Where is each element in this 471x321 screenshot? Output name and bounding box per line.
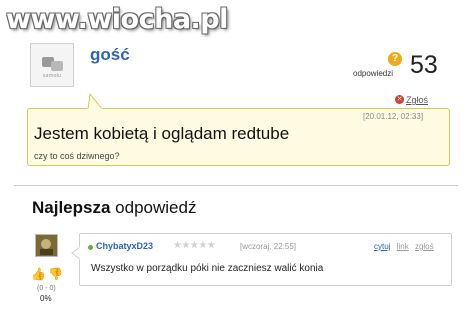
report-answer-link[interactable]: zgłoś xyxy=(415,242,434,251)
best-answer-heading-rest: odpowiedź xyxy=(115,198,197,217)
answer-actions: cytuj link zgłoś xyxy=(370,242,434,251)
online-dot-icon xyxy=(88,245,93,250)
report-link[interactable]: ✕ Zgłoś xyxy=(395,95,429,105)
divider xyxy=(14,185,458,186)
watermark: www.wiocha.pl xyxy=(6,4,228,35)
permalink-link[interactable]: link xyxy=(397,242,409,251)
report-label: Zgłoś xyxy=(406,95,429,105)
thumb-down-icon[interactable]: 👎 xyxy=(48,267,63,281)
question-title: Jestem kobietą i oglądam redtube xyxy=(34,124,290,143)
answerer-avatar-image xyxy=(36,235,57,256)
vote-percent: 0% xyxy=(40,294,52,303)
rating-stars: ★★★★★ xyxy=(173,240,216,251)
question-bubble-tail xyxy=(87,93,104,110)
quote-link[interactable]: cytuj xyxy=(374,242,390,251)
best-answer-heading-bold: Najlepsza xyxy=(32,198,111,217)
answerer-avatar[interactable] xyxy=(35,234,58,257)
question-date: [20.01.12, 02:33] xyxy=(363,112,424,121)
question-subtitle: czy to coś dziwnego? xyxy=(34,151,120,161)
asker-avatar[interactable]: samolu xyxy=(30,43,74,87)
vote-counts: (0 - 0) xyxy=(37,285,56,292)
default-avatar-icon: samolu xyxy=(42,57,63,79)
thumb-up-icon[interactable]: 👍 xyxy=(31,267,46,281)
answer-author[interactable]: ChybatyxD23 xyxy=(96,241,153,251)
answer-date: [wczoraj, 22:55] xyxy=(240,242,297,251)
question-badge-icon: ? xyxy=(388,52,402,66)
answers-count: 53 xyxy=(410,51,438,79)
avatar-caption: samolu xyxy=(43,73,61,79)
asker-name[interactable]: gość xyxy=(90,45,130,65)
report-icon: ✕ xyxy=(395,95,404,104)
answer-bubble-tail xyxy=(71,246,81,260)
best-answer-heading: Najlepsza odpowiedź xyxy=(32,198,196,218)
answers-label: odpowiedzi xyxy=(353,69,394,78)
answer-text: Wszystko w porządku póki nie zaczniesz w… xyxy=(91,263,324,274)
